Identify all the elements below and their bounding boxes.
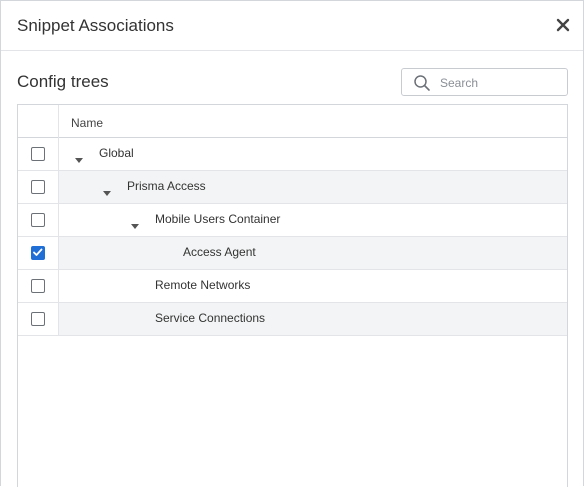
- dialog-title: Snippet Associations: [17, 16, 174, 35]
- dialog-header: Snippet Associations: [1, 1, 583, 51]
- search-input[interactable]: [440, 73, 562, 93]
- config-tree-grid: Name Global Prisma Access Mobile Users C…: [17, 104, 568, 487]
- column-header-name[interactable]: Name: [71, 116, 103, 130]
- row-checkbox[interactable]: [31, 180, 45, 194]
- tree-row-mobile-users-container[interactable]: Mobile Users Container: [18, 204, 567, 237]
- row-checkbox-checked[interactable]: [31, 246, 45, 260]
- row-checkbox[interactable]: [31, 213, 45, 227]
- tree-row-global[interactable]: Global: [18, 138, 567, 171]
- tree-row-label: Global: [99, 146, 134, 160]
- caret-down-icon[interactable]: [102, 184, 112, 196]
- tree-row-remote-networks[interactable]: Remote Networks: [18, 270, 567, 303]
- caret-down-icon[interactable]: [74, 151, 84, 163]
- search-box[interactable]: [401, 68, 568, 96]
- tree-row-label: Service Connections: [155, 311, 266, 325]
- snippet-associations-dialog: Snippet Associations Config trees Name: [0, 0, 584, 487]
- caret-down-icon[interactable]: [130, 217, 140, 229]
- tree-row-prisma-access[interactable]: Prisma Access: [18, 171, 567, 204]
- row-checkbox[interactable]: [31, 147, 45, 161]
- close-icon[interactable]: [553, 15, 573, 35]
- row-checkbox[interactable]: [31, 279, 45, 293]
- row-checkbox[interactable]: [31, 312, 45, 326]
- tree-row-access-agent[interactable]: Access Agent: [18, 237, 567, 270]
- tree-row-label: Remote Networks: [155, 278, 251, 292]
- config-trees-title: Config trees: [17, 72, 109, 91]
- search-icon: [413, 74, 431, 92]
- tree-row-label: Mobile Users Container: [155, 212, 281, 226]
- tree-row-service-connections[interactable]: Service Connections: [18, 303, 567, 336]
- tree-row-label: Access Agent: [183, 245, 256, 259]
- tree-row-label: Prisma Access: [127, 179, 206, 193]
- grid-header: Name: [18, 105, 567, 138]
